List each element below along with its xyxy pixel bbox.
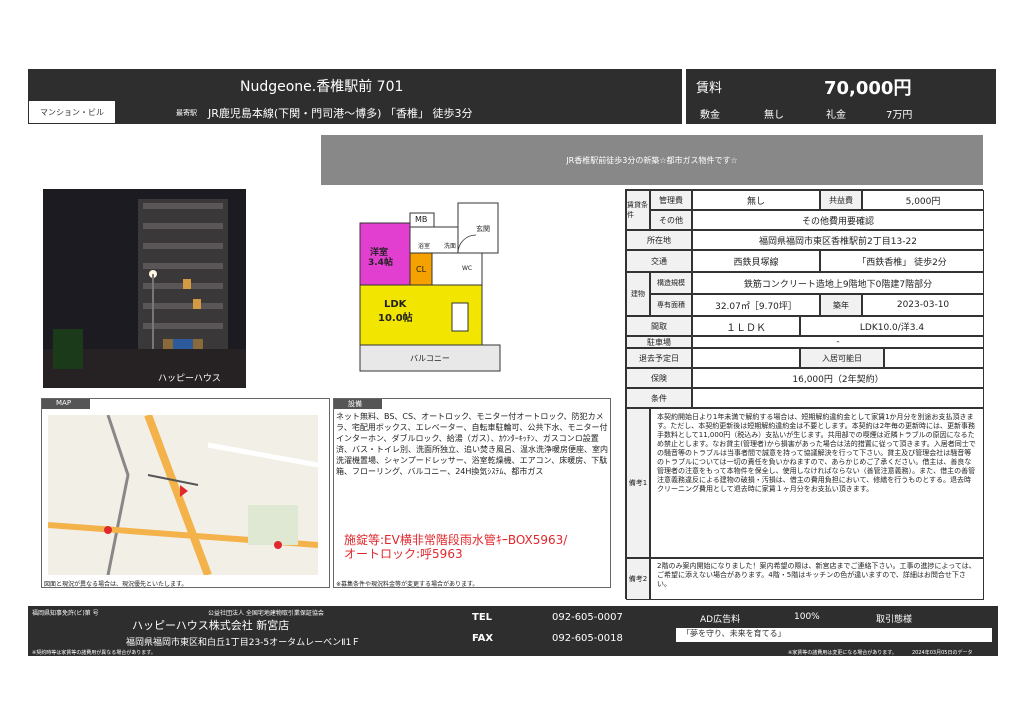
room-mb: MB (415, 215, 428, 224)
facilities-section: 設備 ネット無料、BS、CS、オートロック、モニター付オートロック、防犯カメラ、… (333, 398, 611, 588)
room-yoshitsu-size: 3.4帖 (368, 258, 393, 268)
bottom-left-note: ※契約時等は家賃等の諸費用が異なる場合があります。 (32, 650, 156, 656)
header-title-bar: Nudgeone.香椎駅前 701 (28, 69, 682, 100)
footer-contact-bar: TEL 092-605-0007 FAX 092-605-0018 AD広告料 … (464, 606, 998, 648)
catch-banner-text: JR香椎駅前徒歩3分の新築☆都市ガス物件です☆ (566, 155, 738, 165)
remark2-text: 2階のみ案内開始になりました！案内希望の際は、新宮店までご連絡下さい。工事の進捗… (650, 558, 984, 600)
deal-label: 取引態様 (876, 615, 913, 625)
deposit-label: 敷金 (700, 110, 720, 121)
slogan-box: 「夢を守り、未来を育てる」 (676, 628, 992, 642)
moveout-label: 退去予定日 (626, 348, 692, 368)
other-value: その他費用要確認 (692, 210, 984, 230)
common-label: 共益費 (820, 190, 862, 210)
insurance-label: 保険 (626, 368, 692, 388)
mgmt-value: 無し (692, 190, 820, 210)
map-note: 図面と現況が異なる場合は、現況優先といたします。 (44, 581, 188, 588)
other-label: その他 (650, 210, 692, 230)
station-info: JR鹿児島本線(下関・門司港～博多) 「香椎」 徒歩3分 (208, 107, 473, 120)
rent-value: 70,000円 (824, 78, 912, 99)
license-text: 福岡県知事免許(ビ)第 号 (32, 610, 99, 617)
lock-info-line2: オートロック:呼5963 (344, 547, 463, 561)
address-label: 所在地 (626, 230, 692, 250)
facilities-text: ネット無料、BS、CS、オートロック、モニター付オートロック、防犯カメラ、宅配用… (336, 412, 608, 476)
company-address: 福岡県福岡市東区和白丘1丁目23-5オータムレーベンⅡ1Ｆ (126, 638, 361, 648)
remark1-label: 備考1 (626, 408, 650, 558)
parking-value: - (692, 336, 984, 348)
room-genkan: 玄関 (476, 225, 490, 233)
room-ldk-size: 10.0帖 (378, 313, 413, 324)
property-title: Nudgeone.香椎駅前 701 (240, 79, 404, 95)
association-text: 公益社団法人 全国宅地建物取引業保証協会 (208, 610, 324, 617)
room-cl: CL (416, 265, 427, 274)
remark1-text: 本契約開始日より1年未満で解約する場合は、短期解約違約金として家賃1か月分を別途… (650, 408, 984, 558)
conditions-value (692, 388, 984, 408)
room-balcony: バルコニー (410, 354, 450, 363)
common-value: 5,000円 (862, 190, 984, 210)
key-money-value: 7万円 (886, 110, 913, 121)
layout-detail: LDK10.0/洋3.4 (800, 316, 984, 336)
movein-label: 入居可能日 (800, 348, 884, 368)
structure-value: 鉄筋コンクリート造地上9階地下0階建7階部分 (692, 272, 984, 294)
address-value: 福岡県福岡市東区香椎駅前2丁目13-22 (692, 230, 984, 250)
station-label: 最寄駅 (176, 109, 197, 117)
rent-label: 賃料 (696, 81, 723, 96)
traffic-walk: 「西鉄香椎」 徒歩2分 (820, 250, 984, 272)
bottom-mid-note: ※家賃等の諸費用は変更になる場合があります。 (788, 650, 897, 656)
facilities-note: ※募集条件や現況料金等が変更する場合があります。 (336, 581, 479, 588)
insurance-value: 16,000円（2年契約） (692, 368, 984, 388)
catch-banner: JR香椎駅前徒歩3分の新築☆都市ガス物件です☆ (321, 135, 983, 185)
room-bath: 浴室 (418, 243, 431, 250)
traffic-line: 西鉄貝塚線 (692, 250, 820, 272)
company-name: ハッピーハウス株式会社 新宮店 (132, 619, 290, 632)
tel-label: TEL (472, 612, 493, 623)
deposit-value: 無し (764, 110, 784, 121)
map-section: MAP 図面と現況が異なる場合は、現況優先といたします。 (41, 398, 330, 588)
map-label: MAP (42, 399, 90, 409)
photo-watermark: ハッピーハウス (158, 374, 221, 384)
map-drawing (48, 415, 318, 575)
built-label: 築年 (820, 294, 862, 316)
fax-label: FAX (472, 633, 494, 644)
floor-plan: MB 玄関 洋室 3.4帖 浴室 洗面 CL WC LDK 10.0帖 バルコニ… (358, 193, 508, 391)
facilities-label: 設備 (334, 399, 382, 409)
parking-label: 駐車場 (626, 336, 692, 348)
structure-label: 構造規模 (650, 272, 692, 294)
traffic-label: 交通 (626, 250, 692, 272)
area-label: 専有面積 (650, 294, 692, 316)
ad-fee-value: 100% (794, 612, 820, 622)
area-value: 32.07㎡［9.70坪］ (692, 294, 820, 316)
fax-number: 092-605-0018 (552, 633, 623, 644)
movein-value (884, 348, 984, 368)
building-photo-illustration (43, 189, 246, 388)
details-table: 賃貸条件 管理費 無し 共益費 5,000円 その他 その他費用要確認 所在地 … (625, 189, 984, 600)
layout-label: 間取 (626, 316, 692, 336)
category-badge: マンション・ビル (28, 100, 116, 124)
tel-number[interactable]: 092-605-0007 (552, 612, 623, 623)
ad-fee-label: AD広告料 (700, 615, 741, 625)
rent-panel: 賃料 70,000円 敷金 無し 礼金 7万円 (686, 69, 996, 124)
mgmt-label: 管理費 (650, 190, 692, 210)
building-group-label: 建物 (626, 272, 650, 316)
built-value: 2023-03-10 (862, 294, 984, 316)
map-image (48, 415, 318, 575)
room-sen: 洗面 (444, 243, 457, 250)
layout-value: １ＬＤＫ (692, 316, 800, 336)
footer-bottom-strip: ※契約時等は家賃等の諸費用が異なる場合があります。 ※家賃等の諸費用は変更になる… (28, 648, 998, 656)
room-wc: WC (462, 265, 473, 272)
key-money-label: 礼金 (826, 110, 846, 121)
footer-company-bar: 福岡県知事免許(ビ)第 号 公益社団法人 全国宅地建物取引業保証協会 ハッピーハ… (28, 606, 464, 648)
bottom-right-note: 2024年03月05日のデータ (912, 650, 973, 656)
building-photo: ハッピーハウス (43, 189, 246, 388)
remark2-label: 備考2 (626, 558, 650, 600)
header-station-bar: マンション・ビル 最寄駅 JR鹿児島本線(下関・門司港～博多) 「香椎」 徒歩3… (28, 100, 682, 124)
conditions-label: 条件 (626, 388, 692, 408)
rent-group-label: 賃貸条件 (626, 190, 650, 230)
moveout-value (692, 348, 800, 368)
